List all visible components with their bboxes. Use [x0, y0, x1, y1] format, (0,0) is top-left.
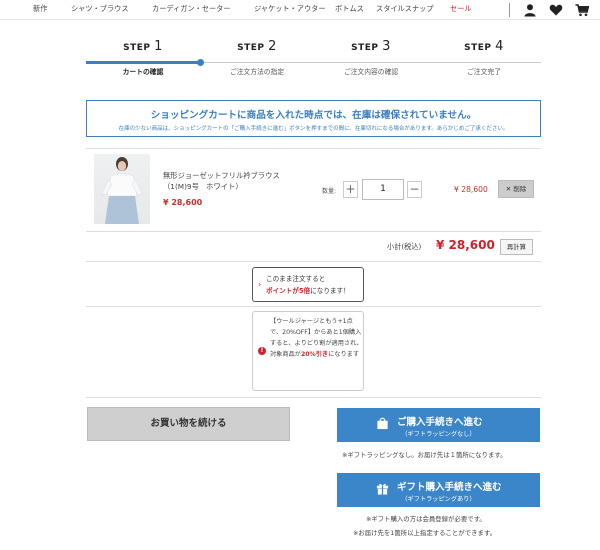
- stock-notice: ショッピングカートに商品を入れた時点では、在庫は確保されていません。 在庫の少な…: [86, 100, 541, 137]
- campaign-text-suffix: になります: [328, 351, 360, 358]
- divider: [86, 148, 541, 149]
- gift-note-1: ※ギフト購入の方は会員登録が必要です。: [366, 515, 486, 523]
- checkout-button-label: ご購入手続きへ進む: [397, 417, 483, 428]
- nav-item-cardigans[interactable]: カーディガン・セーター: [152, 4, 231, 14]
- quantity-input[interactable]: 1: [362, 179, 404, 200]
- alert-icon: !: [258, 347, 266, 355]
- quantity-label: 数量:: [322, 188, 337, 195]
- stock-notice-title: ショッピングカートに商品を入れた時点では、在庫は確保されていません。: [150, 110, 477, 121]
- product-name[interactable]: 無形ジョーゼットフリル衿ブラウス （1(M)9号 ホワイト）: [163, 170, 293, 192]
- gift-checkout-button-sub: （ギフトラッピングあり）: [401, 496, 476, 503]
- quantity-decrease-button[interactable]: −: [407, 181, 422, 198]
- nav-divider: [509, 3, 510, 17]
- subtotal-value: ¥ 28,600: [436, 238, 495, 252]
- subtotal-label: 小計(税込): [387, 242, 422, 251]
- gift-checkout-button[interactable]: ギフト購入手続きへ進む （ギフトラッピングあり）: [337, 473, 540, 507]
- step-label: カートの確認: [122, 68, 164, 76]
- top-nav: 新作 シャツ・ブラウス カーディガン・セーター ジャケット・アウター ボトムス …: [0, 0, 600, 20]
- gift-note-2: ※お届け先を1箇所以上指定することができます。: [353, 529, 496, 537]
- row-total-price: ¥ 28,600: [454, 185, 488, 194]
- step-prefix: STEP: [123, 43, 151, 53]
- step-4: STEP 4 ご注文完了: [427, 38, 541, 76]
- step-label: ご注文完了: [467, 68, 501, 76]
- user-icon[interactable]: [523, 3, 537, 17]
- continue-shopping-button[interactable]: お買い物を続ける: [87, 407, 290, 441]
- nav-item-sale[interactable]: セール: [450, 4, 472, 14]
- gift-checkout-button-label: ギフト購入手続きへ進む: [397, 482, 502, 493]
- nav-item-new[interactable]: 新作: [33, 4, 47, 14]
- point-promo-rest: になります！: [310, 287, 350, 295]
- product-variant: （1(M)9号 ホワイト）: [163, 182, 243, 191]
- divider: [86, 306, 541, 307]
- product-image[interactable]: [94, 154, 150, 224]
- campaign-text: 【ウールジャージともう+1点で、20%OFF】からあと1個購入すると、よりどり割…: [270, 316, 363, 360]
- step-1: STEP 1 カートの確認: [86, 38, 200, 76]
- checkout-button[interactable]: ご購入手続きへ進む （ギフトラッピングなし）: [337, 408, 540, 442]
- checkout-steps: STEP 1 カートの確認 STEP 2 ご注文方法の指定 STEP 3 ご注文…: [86, 38, 541, 88]
- campaign-text-line1: 【ウールジャージともう+1点で、20%OFF】からあと1個購入すると、よりどり割…: [270, 318, 363, 347]
- chevron-right-icon: ›: [258, 280, 262, 289]
- checkout-note: ※ギフトラッピングなし。お届け先は１箇所になります。: [342, 451, 507, 459]
- step-number: 1: [154, 39, 163, 54]
- step-number: 2: [268, 39, 277, 54]
- step-number: 3: [382, 39, 391, 54]
- step-prefix: STEP: [351, 43, 379, 53]
- point-promo-line2: ポイントが5倍になります！: [266, 285, 350, 295]
- product-name-line1: 無形ジョーゼットフリル衿ブラウス: [163, 171, 280, 180]
- nav-item-bottoms[interactable]: ボトムス: [335, 4, 364, 14]
- nav-item-style-snap[interactable]: スタイルスナップ: [376, 4, 434, 14]
- campaign-box: ! 【ウールジャージともう+1点で、20%OFF】からあと1個購入すると、よりど…: [252, 311, 364, 391]
- delete-button[interactable]: ✕ 削除: [498, 180, 534, 198]
- step-prefix: STEP: [464, 43, 492, 53]
- nav-item-shirts[interactable]: シャツ・ブラウス: [71, 4, 129, 14]
- cart-icon[interactable]: [575, 3, 589, 17]
- divider: [86, 231, 541, 232]
- step-label: ご注文方法の指定: [229, 68, 285, 76]
- step-2: STEP 2 ご注文方法の指定: [200, 38, 314, 76]
- checkout-button-sub: （ギフトラッピングなし）: [401, 431, 476, 438]
- heart-icon[interactable]: [549, 3, 563, 17]
- stock-notice-sub: 在庫の少ない商品は、ショッピングカートの「ご購入手続きに進む」ボタンを押すまでの…: [118, 126, 509, 132]
- step-label: ご注文内容の確認: [343, 68, 399, 76]
- divider: [86, 397, 541, 398]
- quantity-increase-button[interactable]: +: [343, 181, 358, 198]
- nav-item-jackets[interactable]: ジャケット・アウター: [254, 4, 326, 14]
- divider: [86, 261, 541, 262]
- step-prefix: STEP: [237, 43, 265, 53]
- step-3: STEP 3 ご注文内容の確認: [314, 38, 428, 76]
- campaign-text-line2: 対象商品が20%引きになります: [270, 349, 363, 360]
- recalculate-button[interactable]: 再計算: [500, 239, 533, 255]
- point-promo-box: › このまま注文すると ポイントが5倍になります！: [252, 267, 364, 302]
- point-promo-line1: このまま注文すると: [266, 275, 326, 283]
- step-number: 4: [495, 39, 504, 54]
- campaign-text-prefix: 対象商品が: [270, 351, 301, 358]
- product-price: ¥ 28,600: [163, 198, 203, 207]
- campaign-discount: 20%引き: [300, 351, 329, 358]
- point-promo-highlight: ポイントが5倍: [266, 287, 311, 295]
